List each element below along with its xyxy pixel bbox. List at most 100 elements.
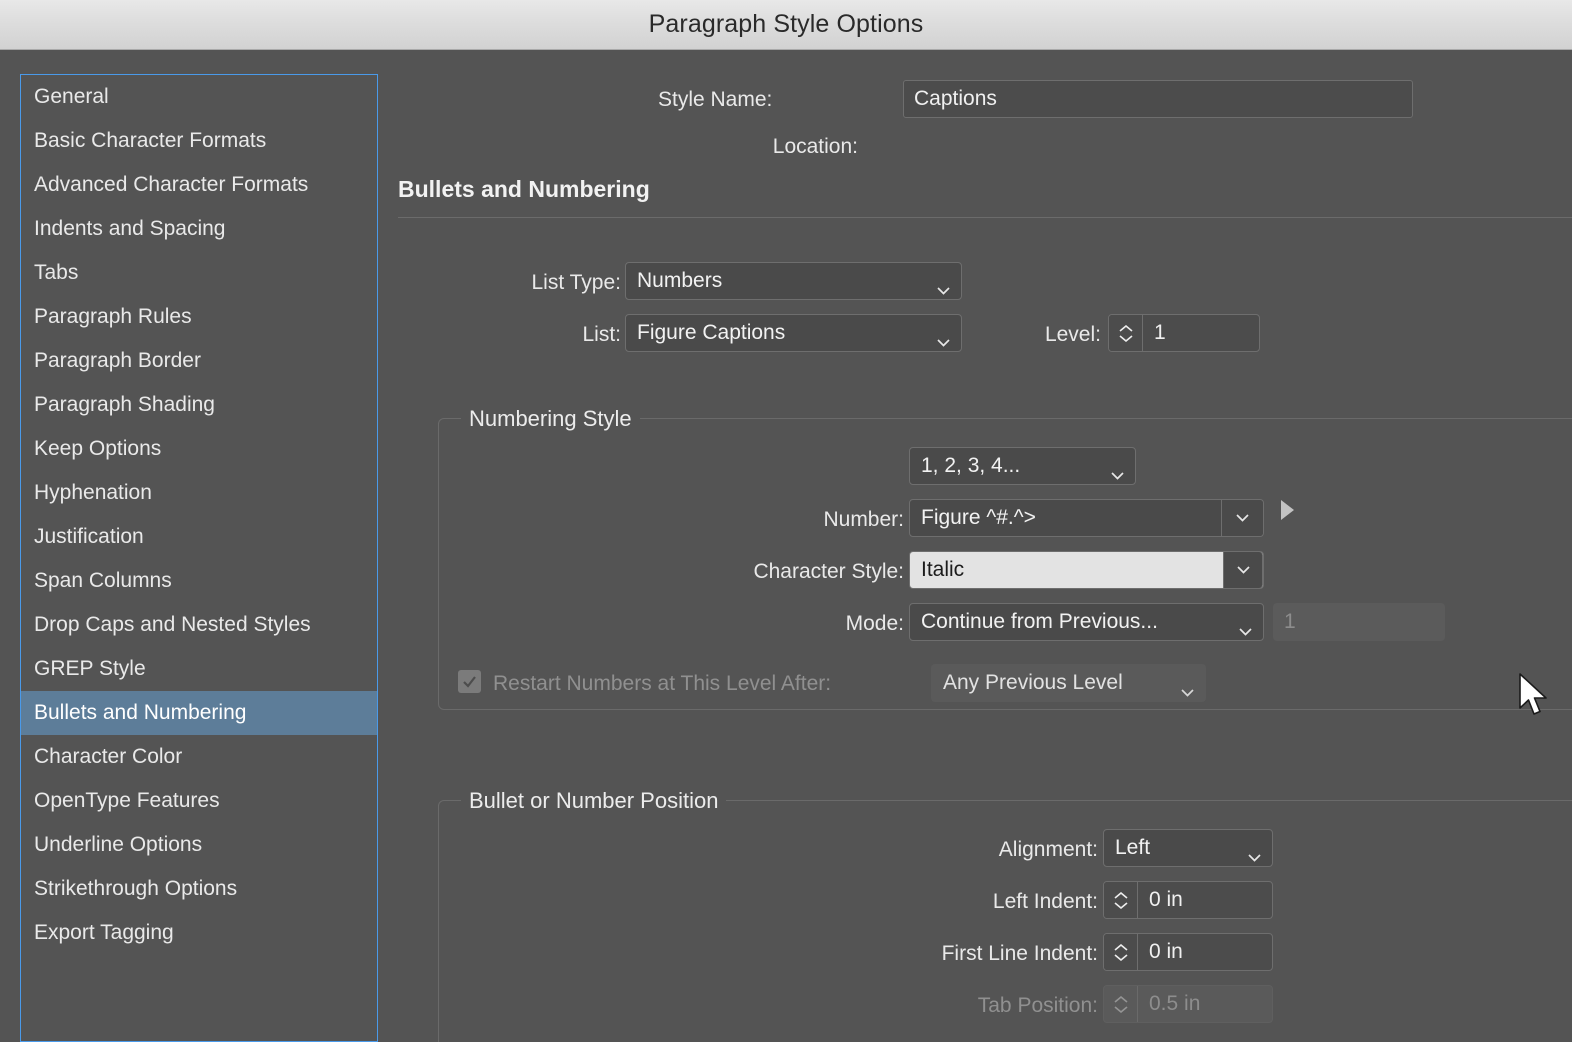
sidebar-item-label: Tabs (34, 261, 79, 284)
check-icon (463, 676, 476, 688)
sidebar-item-strikethrough-options[interactable]: Strikethrough Options (21, 867, 377, 911)
alignment-label: Alignment: (998, 838, 1098, 861)
format-select[interactable]: 1, 2, 3, 4... (909, 447, 1136, 485)
style-name-input[interactable] (903, 80, 1413, 118)
stepper-arrows[interactable] (1104, 934, 1138, 970)
sidebar-item-label: Paragraph Rules (34, 305, 192, 328)
sidebar-item-label: Export Tagging (34, 921, 174, 944)
sidebar-item-label: Paragraph Border (34, 349, 201, 372)
sidebar-item-label: Paragraph Shading (34, 393, 215, 416)
number-dropdown-button[interactable] (1221, 500, 1263, 536)
sidebar-item-paragraph-border[interactable]: Paragraph Border (21, 339, 377, 383)
location-label: Location: (772, 135, 858, 158)
chevron-down-icon (1113, 1005, 1128, 1013)
sidebar-item-bullets-and-numbering[interactable]: Bullets and Numbering (21, 691, 377, 735)
character-style-select[interactable]: Italic (909, 551, 1264, 589)
chevron-down-icon (1181, 679, 1194, 697)
main-panel: Style Name: Location: Bullets and Number… (378, 50, 1572, 1042)
list-type-label: List Type: (531, 271, 622, 294)
sidebar-item-span-columns[interactable]: Span Columns (21, 559, 377, 603)
sidebar-item-label: Bullets and Numbering (34, 701, 247, 724)
dialog-titlebar: Paragraph Style Options (0, 0, 1572, 50)
tab-position-value: 0.5 in (1149, 992, 1201, 1015)
sidebar-item-keep-options[interactable]: Keep Options (21, 427, 377, 471)
sidebar-item-label: Underline Options (34, 833, 203, 856)
sidebar-item-paragraph-shading[interactable]: Paragraph Shading (21, 383, 377, 427)
character-style-dropdown-button[interactable] (1223, 552, 1263, 588)
chevron-up-icon (1113, 891, 1128, 899)
chevron-down-icon (1111, 462, 1124, 480)
level-stepper[interactable]: 1 (1108, 314, 1260, 352)
insert-special-character-icon[interactable] (1281, 500, 1294, 520)
alignment-value: Left (1115, 836, 1151, 859)
chevron-down-icon (1113, 953, 1128, 961)
sidebar-item-label: Span Columns (34, 569, 172, 592)
chevron-down-icon (937, 277, 950, 295)
number-value: Figure ^#.^> (921, 506, 1036, 529)
mode-label: Mode: (845, 612, 904, 635)
left-indent-value[interactable]: 0 in (1138, 882, 1272, 918)
chevron-up-icon (1113, 995, 1128, 1003)
sidebar-item-label: Character Color (34, 745, 183, 768)
sidebar-item-label: OpenType Features (34, 789, 220, 812)
numbering-style-group-title: Numbering Style (461, 406, 640, 432)
chevron-up-icon (1113, 943, 1128, 951)
sidebar-item-label: GREP Style (34, 657, 146, 680)
stepper-arrows[interactable] (1104, 882, 1138, 918)
restart-after-select: Any Previous Level (931, 664, 1206, 702)
chevron-down-icon (1113, 901, 1128, 909)
chevron-down-icon (1118, 334, 1133, 342)
category-list[interactable]: General Basic Character Formats Advanced C… (20, 74, 378, 1042)
sidebar-item-label: Indents and Spacing (34, 217, 226, 240)
list-type-value: Numbers (637, 269, 723, 292)
sidebar-item-export-tagging[interactable]: Export Tagging (21, 911, 377, 955)
sidebar-item-opentype-features[interactable]: OpenType Features (21, 779, 377, 823)
list-label: List: (582, 323, 621, 346)
alignment-select[interactable]: Left (1103, 829, 1273, 867)
sidebar-item-label: Hyphenation (34, 481, 152, 504)
chevron-down-icon (937, 329, 950, 347)
chevron-down-icon (1236, 514, 1249, 522)
sidebar-item-paragraph-rules[interactable]: Paragraph Rules (21, 295, 377, 339)
sidebar-item-tabs[interactable]: Tabs (21, 251, 377, 295)
style-name-label: Style Name: (658, 88, 773, 111)
sidebar-item-advanced-character-formats[interactable]: Advanced Character Formats (21, 163, 377, 207)
format-value: 1, 2, 3, 4... (921, 454, 1021, 477)
number-field[interactable]: Figure ^#.^> (909, 499, 1264, 537)
mode-select[interactable]: Continue from Previous... (909, 603, 1264, 641)
stepper-arrows[interactable] (1109, 315, 1143, 351)
stepper-arrows (1104, 986, 1138, 1022)
sidebar-item-hyphenation[interactable]: Hyphenation (21, 471, 377, 515)
restart-after-value: Any Previous Level (943, 671, 1123, 694)
tab-position-stepper: 0.5 in (1103, 985, 1273, 1023)
level-value[interactable]: 1 (1143, 315, 1259, 351)
restart-numbers-label: Restart Numbers at This Level After: (493, 672, 832, 695)
section-divider (398, 217, 1572, 218)
section-heading: Bullets and Numbering (398, 176, 650, 202)
list-value: Figure Captions (637, 321, 786, 344)
chevron-down-icon (1248, 844, 1261, 862)
number-label: Number: (823, 508, 904, 531)
list-type-select[interactable]: Numbers (625, 262, 962, 300)
restart-numbers-checkbox (458, 670, 481, 693)
sidebar-item-general[interactable]: General (21, 75, 377, 119)
first-line-indent-stepper[interactable]: 0 in (1103, 933, 1273, 971)
level-label: Level: (1044, 323, 1101, 346)
sidebar-item-label: Strikethrough Options (34, 877, 238, 900)
chevron-up-icon (1118, 324, 1133, 332)
mode-start-at-field: 1 (1273, 603, 1445, 641)
first-line-indent-value[interactable]: 0 in (1138, 934, 1272, 970)
sidebar-item-justification[interactable]: Justification (21, 515, 377, 559)
sidebar-item-indents-and-spacing[interactable]: Indents and Spacing (21, 207, 377, 251)
left-indent-stepper[interactable]: 0 in (1103, 881, 1273, 919)
sidebar-item-basic-character-formats[interactable]: Basic Character Formats (21, 119, 377, 163)
character-style-label: Character Style: (753, 560, 904, 583)
list-select[interactable]: Figure Captions (625, 314, 962, 352)
sidebar-item-drop-caps-and-nested-styles[interactable]: Drop Caps and Nested Styles (21, 603, 377, 647)
tab-position-label: Tab Position: (977, 994, 1098, 1017)
paragraph-style-options-dialog: Paragraph Style Options General Basic Cha… (0, 0, 1572, 1042)
character-style-value: Italic (921, 558, 965, 581)
sidebar-item-grep-style[interactable]: GREP Style (21, 647, 377, 691)
sidebar-item-underline-options[interactable]: Underline Options (21, 823, 377, 867)
sidebar-item-character-color[interactable]: Character Color (21, 735, 377, 779)
